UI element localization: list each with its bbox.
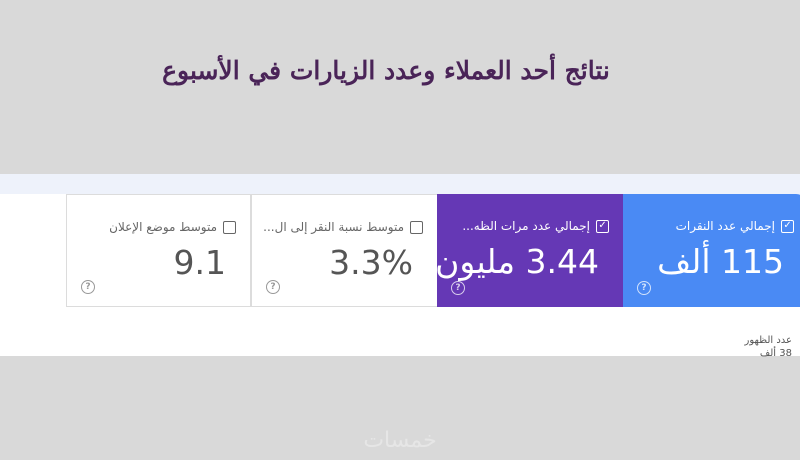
checkbox-checked-icon[interactable]: ✓ [596,219,609,233]
metric-value: 3.3% [329,243,413,282]
help-icon[interactable]: ? [451,281,465,295]
metric-label: إجمالي عدد مرات الظه... [462,219,590,233]
metric-header: متوسط موضع الإعلان [109,220,236,234]
help-icon[interactable]: ? [81,280,95,294]
metric-card-clicks[interactable]: ✓ إجمالي عدد النقرات 115 ألف ? [623,194,800,307]
metric-card-impressions[interactable]: ✓ إجمالي عدد مرات الظه... 3.44 مليون ? [435,194,623,307]
metric-value: 115 ألف [657,242,784,281]
metric-value: 9.1 [173,243,226,282]
axis-value: 38 ألف [759,348,792,359]
axis-title: عدد الظهور [744,335,792,346]
chart-axis-label: عدد الظهور 38 ألف [745,334,792,360]
metric-header: ✓ إجمالي عدد النقرات [676,219,794,233]
metric-label: متوسط نسبة النقر إلى ال... [263,220,404,234]
metric-label: متوسط موضع الإعلان [109,220,217,234]
page-headline: نتائج أحد العملاء وعدد الزيارات في الأسب… [162,56,610,85]
metric-card-ctr[interactable]: متوسط نسبة النقر إلى ال... 3.3% ? [251,194,437,307]
metric-value: 3.44 مليون [435,242,599,281]
metric-card-avg-position[interactable]: متوسط موضع الإعلان 9.1 ? [66,194,251,307]
help-icon[interactable]: ? [266,280,280,294]
metric-label: إجمالي عدد النقرات [675,219,775,233]
checkbox-checked-icon[interactable]: ✓ [781,219,794,233]
watermark-logo: خمسات [363,428,437,453]
checkbox-unchecked-icon[interactable] [410,220,423,234]
panel-top-strip [0,174,800,194]
metrics-panel: ✓ إجمالي عدد النقرات 115 ألف ? ✓ إجمالي … [0,174,800,356]
help-icon[interactable]: ? [637,281,651,295]
metric-header: متوسط نسبة النقر إلى ال... [263,220,423,234]
metric-header: ✓ إجمالي عدد مرات الظه... [462,219,609,233]
checkbox-unchecked-icon[interactable] [223,220,236,234]
